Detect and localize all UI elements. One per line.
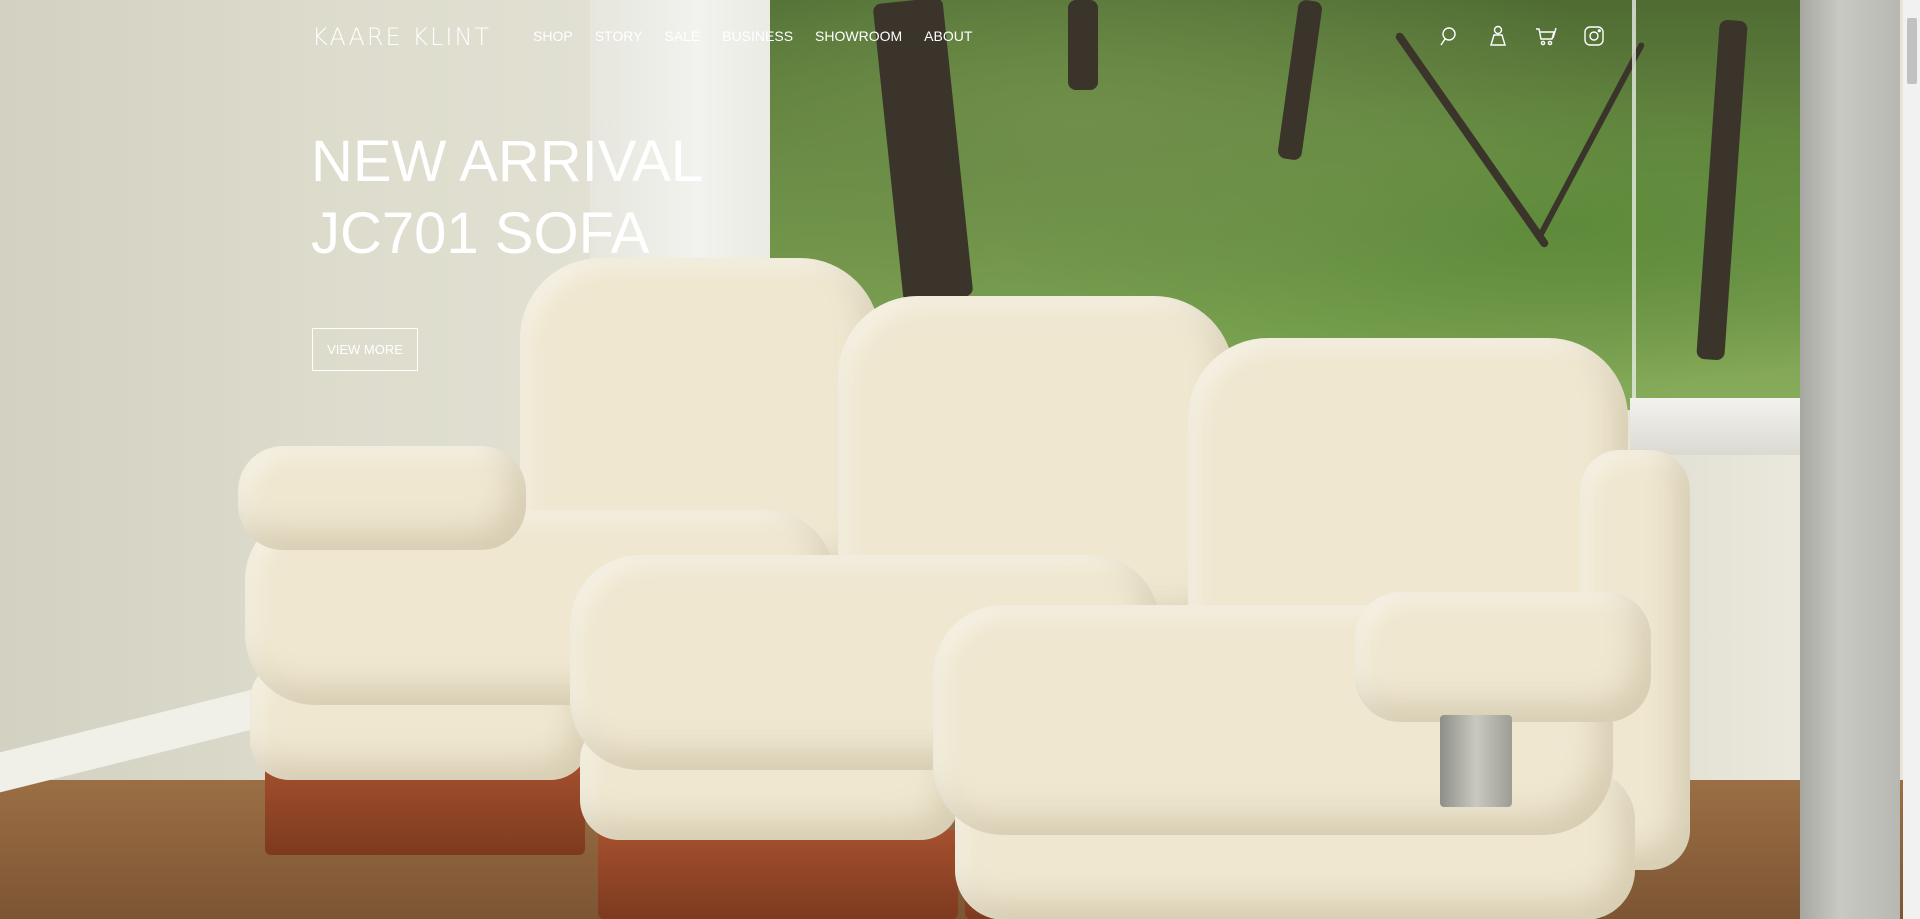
hero-title-line2: JC701 SOFA (311, 201, 650, 266)
hero-image (0, 0, 1920, 919)
nav-showroom[interactable]: SHOWROOM (815, 28, 902, 44)
nav-about[interactable]: ABOUT (924, 28, 972, 44)
door-frame (1800, 0, 1900, 919)
hero-title-line1: NEW ARRIVAL (311, 129, 704, 194)
cart-icon[interactable] (1534, 24, 1558, 48)
window-sill (1630, 398, 1810, 458)
nav-story[interactable]: STORY (595, 28, 643, 44)
header-icons (1438, 24, 1606, 48)
scrollbar[interactable] (1903, 0, 1920, 919)
search-icon[interactable] (1438, 24, 1462, 48)
hero-title: NEW ARRIVAL JC701 SOFA (311, 126, 703, 270)
nav-sale[interactable]: SALE (664, 28, 700, 44)
instagram-icon[interactable] (1582, 24, 1606, 48)
view-more-button[interactable]: VIEW MORE (312, 328, 418, 371)
main-nav: SHOP STORY SALE BUSINESS SHOWROOM ABOUT (533, 28, 994, 44)
site-header: KAARE KLINT SHOP STORY SALE BUSINESS SHO… (0, 0, 1920, 72)
scrollbar-thumb[interactable] (1907, 18, 1917, 84)
nav-shop[interactable]: SHOP (533, 28, 573, 44)
page: KAARE KLINT SHOP STORY SALE BUSINESS SHO… (0, 0, 1920, 919)
brand-logo[interactable]: KAARE KLINT (312, 23, 491, 51)
nav-business[interactable]: BUSINESS (722, 28, 793, 44)
account-icon[interactable] (1486, 24, 1510, 48)
